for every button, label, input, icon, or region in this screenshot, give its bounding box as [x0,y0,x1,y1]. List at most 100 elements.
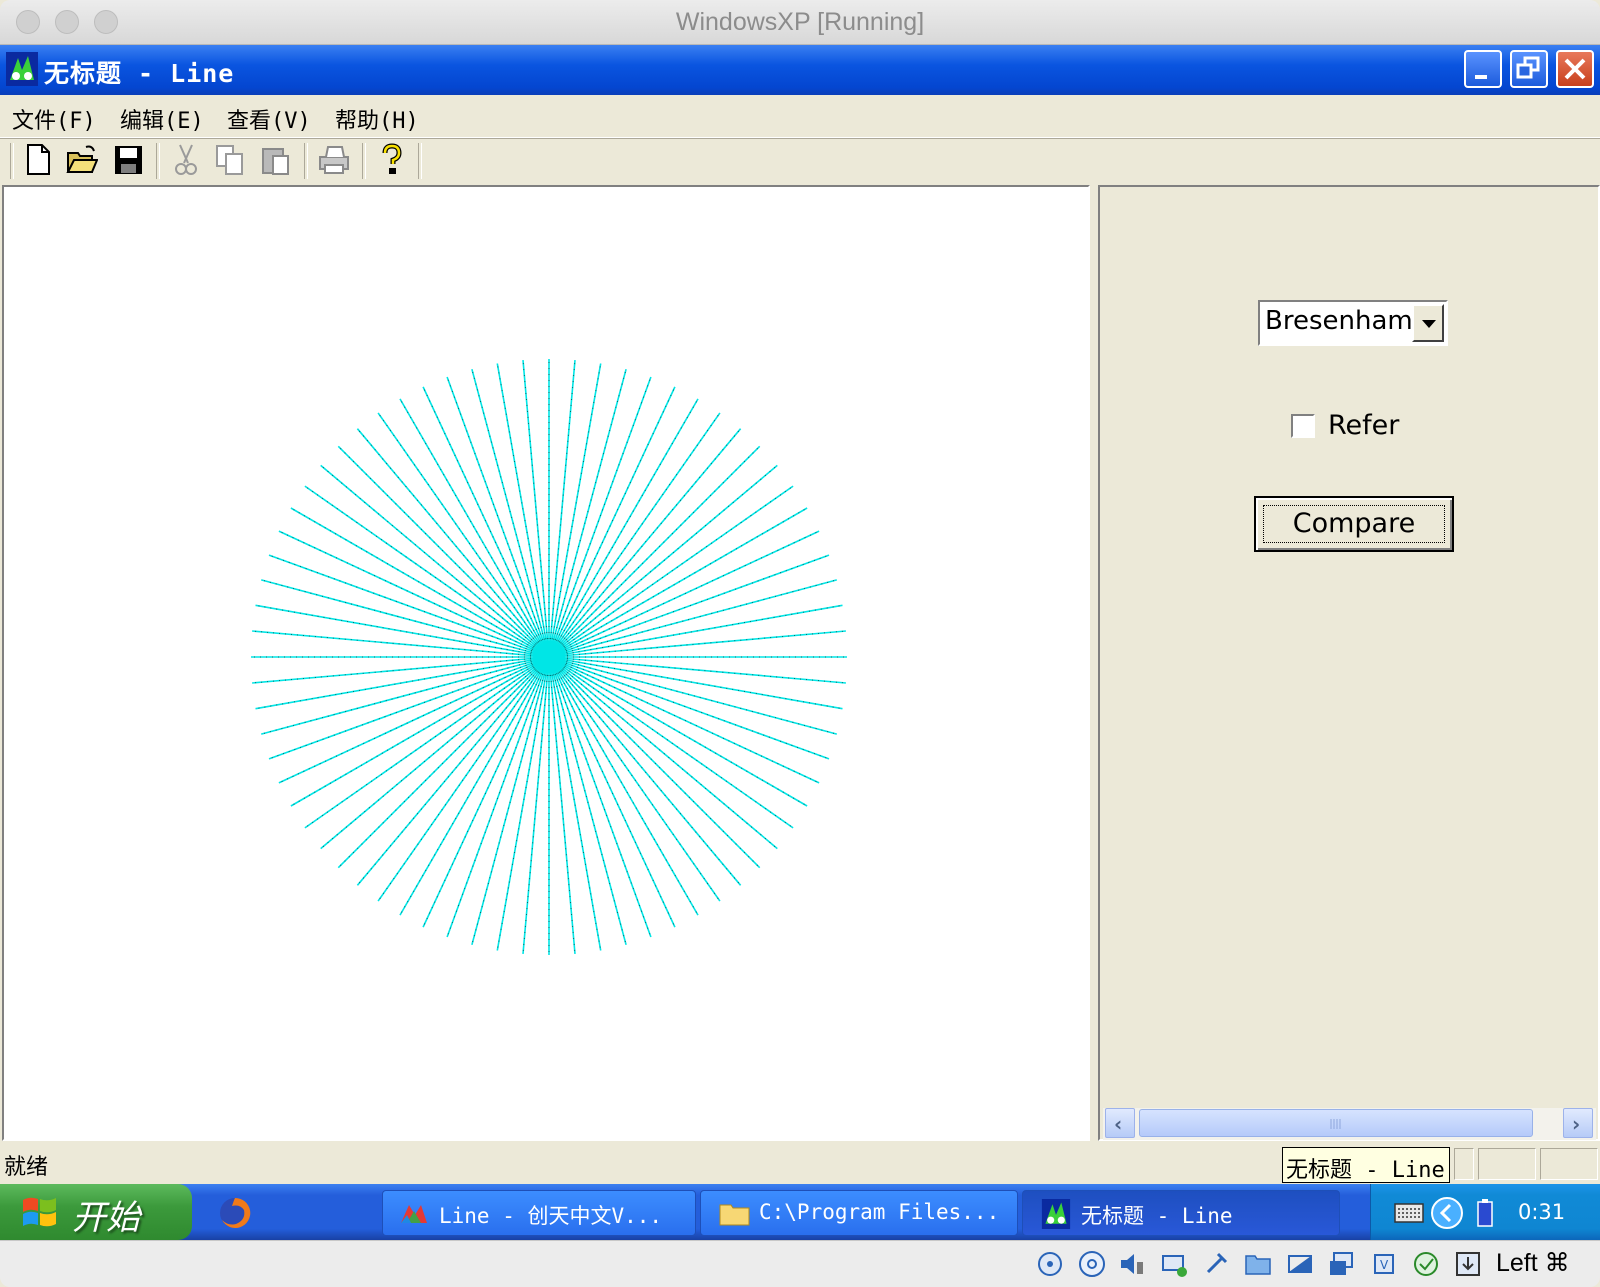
ray-line [252,630,550,658]
tray-expand-icon[interactable] [1430,1196,1464,1230]
ray-line [548,530,820,658]
line-rays-drawing [251,359,847,955]
menu-file[interactable]: 文件(F) [12,103,96,135]
ray-line [548,656,846,684]
cut-icon[interactable] [170,143,202,177]
horizontal-scrollbar[interactable]: ‹ › [1103,1108,1596,1140]
chevron-right-icon: › [1572,1112,1581,1136]
app-icon [1041,1199,1071,1229]
tooltip: 无标题 - Line [1282,1147,1450,1183]
ray-line [548,656,838,735]
windows-logo-icon [23,1197,56,1227]
toolbar-separator [362,143,366,179]
firefox-icon[interactable] [218,1196,252,1230]
ray-line [548,579,838,658]
drawing-canvas[interactable] [2,185,1090,1141]
close-icon [1564,58,1586,80]
battery-icon [1477,1199,1493,1227]
usb-icon[interactable] [1202,1250,1230,1278]
start-label: 开始 [72,1198,140,1238]
compare-button[interactable]: Compare [1254,496,1454,552]
taskbar-item-label: Line - 创天中文V... [439,1204,663,1228]
ide-icon [401,1205,427,1223]
status-cell [1478,1148,1536,1180]
ray-line [471,368,550,658]
keyboard-icon[interactable] [1394,1200,1424,1224]
scroll-right-button[interactable]: › [1563,1108,1593,1138]
vm-status-bar [0,1240,1600,1287]
ray-line [422,656,550,928]
host-window-title: WindowsXP [Running] [675,8,925,36]
svg-text:V: V [1380,1258,1389,1272]
copy-icon[interactable] [214,143,246,177]
network-icon[interactable] [1160,1250,1188,1278]
ray-line [548,360,576,658]
restore-button[interactable] [1510,50,1548,88]
ray-line [522,656,550,954]
toolbar-separator [418,143,422,179]
taskbar-item-line-ide[interactable]: Line - 创天中文V... [382,1190,696,1236]
algorithm-select-value: Bresenham [1265,306,1413,336]
restore-icon [1516,56,1540,79]
ray-line [548,386,676,658]
ray-center-hub [533,641,565,673]
scroll-left-button[interactable]: ‹ [1105,1108,1135,1138]
refer-label[interactable]: Refer [1328,410,1399,441]
save-icon[interactable] [112,143,144,177]
ray-line [260,656,550,735]
ray-line [548,656,627,946]
compare-button-label: Compare [1292,508,1416,539]
app-title: 无标题 - Line [44,59,235,88]
audio-icon[interactable] [1118,1250,1146,1278]
keyboard-capture-icon[interactable] [1454,1250,1482,1278]
print-icon[interactable] [318,143,350,177]
taskbar-item-explorer[interactable]: C:\Program Files... [700,1190,1018,1236]
tooltip-text: 无标题 - Line [1286,1158,1445,1183]
menu-edit[interactable]: 编辑(E) [120,103,204,135]
ray-line [252,656,550,684]
menu-view[interactable]: 查看(V) [227,103,311,135]
video-capture-icon[interactable] [1328,1250,1356,1278]
taskbar-item-label: C:\Program Files... [759,1200,1000,1224]
ray-line [548,630,846,658]
optical-drive-icon[interactable] [1078,1250,1106,1278]
shared-folder-icon[interactable] [1244,1250,1272,1278]
grip-icon [1330,1119,1341,1129]
toolbar-grip [10,143,14,179]
app-icon[interactable] [6,52,38,86]
host-key-label: Left ⌘ [1496,1249,1570,1277]
refer-checkbox[interactable] [1291,414,1315,438]
display-icon[interactable] [1286,1250,1314,1278]
ray-line [522,360,550,658]
clock: 0:31 [1518,1200,1566,1224]
minimize-icon [1475,75,1487,79]
toolbar-separator [156,143,160,179]
ray-line [548,656,576,954]
new-file-icon[interactable] [22,143,54,177]
status-cell [1454,1148,1474,1180]
taskbar-item-line-app[interactable]: 无标题 - Line [1022,1190,1340,1236]
chevron-left-icon: ‹ [1114,1112,1123,1136]
algorithm-select[interactable]: Bresenham [1258,300,1448,346]
app-title-bar[interactable] [0,45,1600,95]
ray-line [278,656,550,784]
help-icon[interactable] [376,143,408,177]
status-cell [1540,1148,1598,1180]
scrollbar-thumb[interactable] [1139,1109,1533,1137]
status-text: 就绪 [4,1155,49,1180]
mouse-integration-icon[interactable] [1412,1250,1440,1278]
paste-icon[interactable] [260,143,292,177]
folder-icon [719,1204,750,1226]
close-button[interactable] [1556,50,1594,88]
minimize-button[interactable] [1464,50,1502,88]
menu-help[interactable]: 帮助(H) [335,103,419,135]
hard-disk-icon[interactable] [1036,1250,1064,1278]
ray-line [260,579,550,658]
taskbar-item-label: 无标题 - Line [1081,1204,1233,1228]
cpu-icon[interactable]: V [1370,1250,1398,1278]
dropdown-arrow-icon[interactable] [1412,304,1444,342]
ray-line [548,368,627,658]
open-folder-icon[interactable] [66,143,98,177]
ray-line [471,656,550,946]
toolbar-separator [304,143,308,179]
